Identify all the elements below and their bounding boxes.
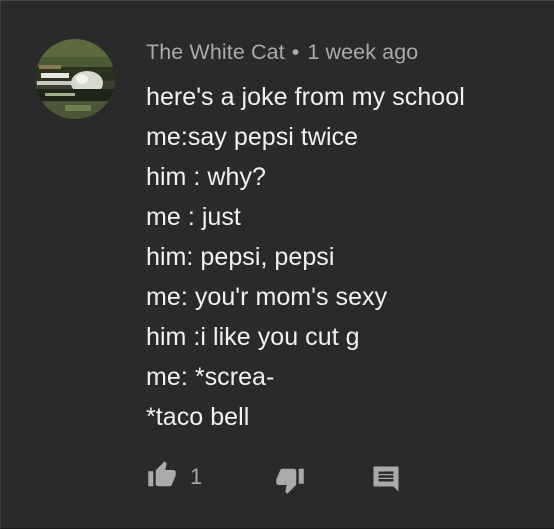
reply-button[interactable] bbox=[371, 464, 401, 499]
header-separator: • bbox=[291, 40, 300, 64]
avatar[interactable] bbox=[35, 39, 115, 119]
comment-line: him : why? bbox=[146, 163, 266, 191]
comment-actions: 1 bbox=[146, 459, 526, 499]
comment-line: me: you'r mom's sexy bbox=[146, 283, 388, 311]
like-button[interactable] bbox=[146, 460, 178, 495]
like-count: 1 bbox=[190, 464, 203, 489]
thumbs-up-icon bbox=[148, 461, 176, 487]
comment-timestamp[interactable]: 1 week ago bbox=[307, 40, 418, 64]
avatar-image bbox=[35, 39, 115, 119]
comment-line: him :i like you cut g bbox=[146, 323, 360, 351]
comment-line: him: pepsi, pepsi bbox=[146, 243, 335, 271]
thumbs-down-icon bbox=[276, 468, 304, 494]
author-name[interactable]: The White Cat bbox=[146, 40, 285, 64]
comment-text: here's a joke from my school me:say peps… bbox=[146, 77, 546, 437]
comment-header: The White Cat • 1 week ago bbox=[146, 40, 418, 65]
comment-line: me:say pepsi twice bbox=[146, 123, 359, 151]
comment-line: here's a joke from my school bbox=[146, 83, 465, 111]
comment-icon bbox=[373, 466, 399, 492]
comment-line: me : just bbox=[146, 203, 241, 231]
dislike-button[interactable] bbox=[274, 465, 306, 500]
comment-line: me: *screa- bbox=[146, 363, 275, 391]
comment-card: The White Cat • 1 week ago here's a joke f… bbox=[0, 0, 554, 529]
comment-line: *taco bell bbox=[146, 403, 250, 431]
